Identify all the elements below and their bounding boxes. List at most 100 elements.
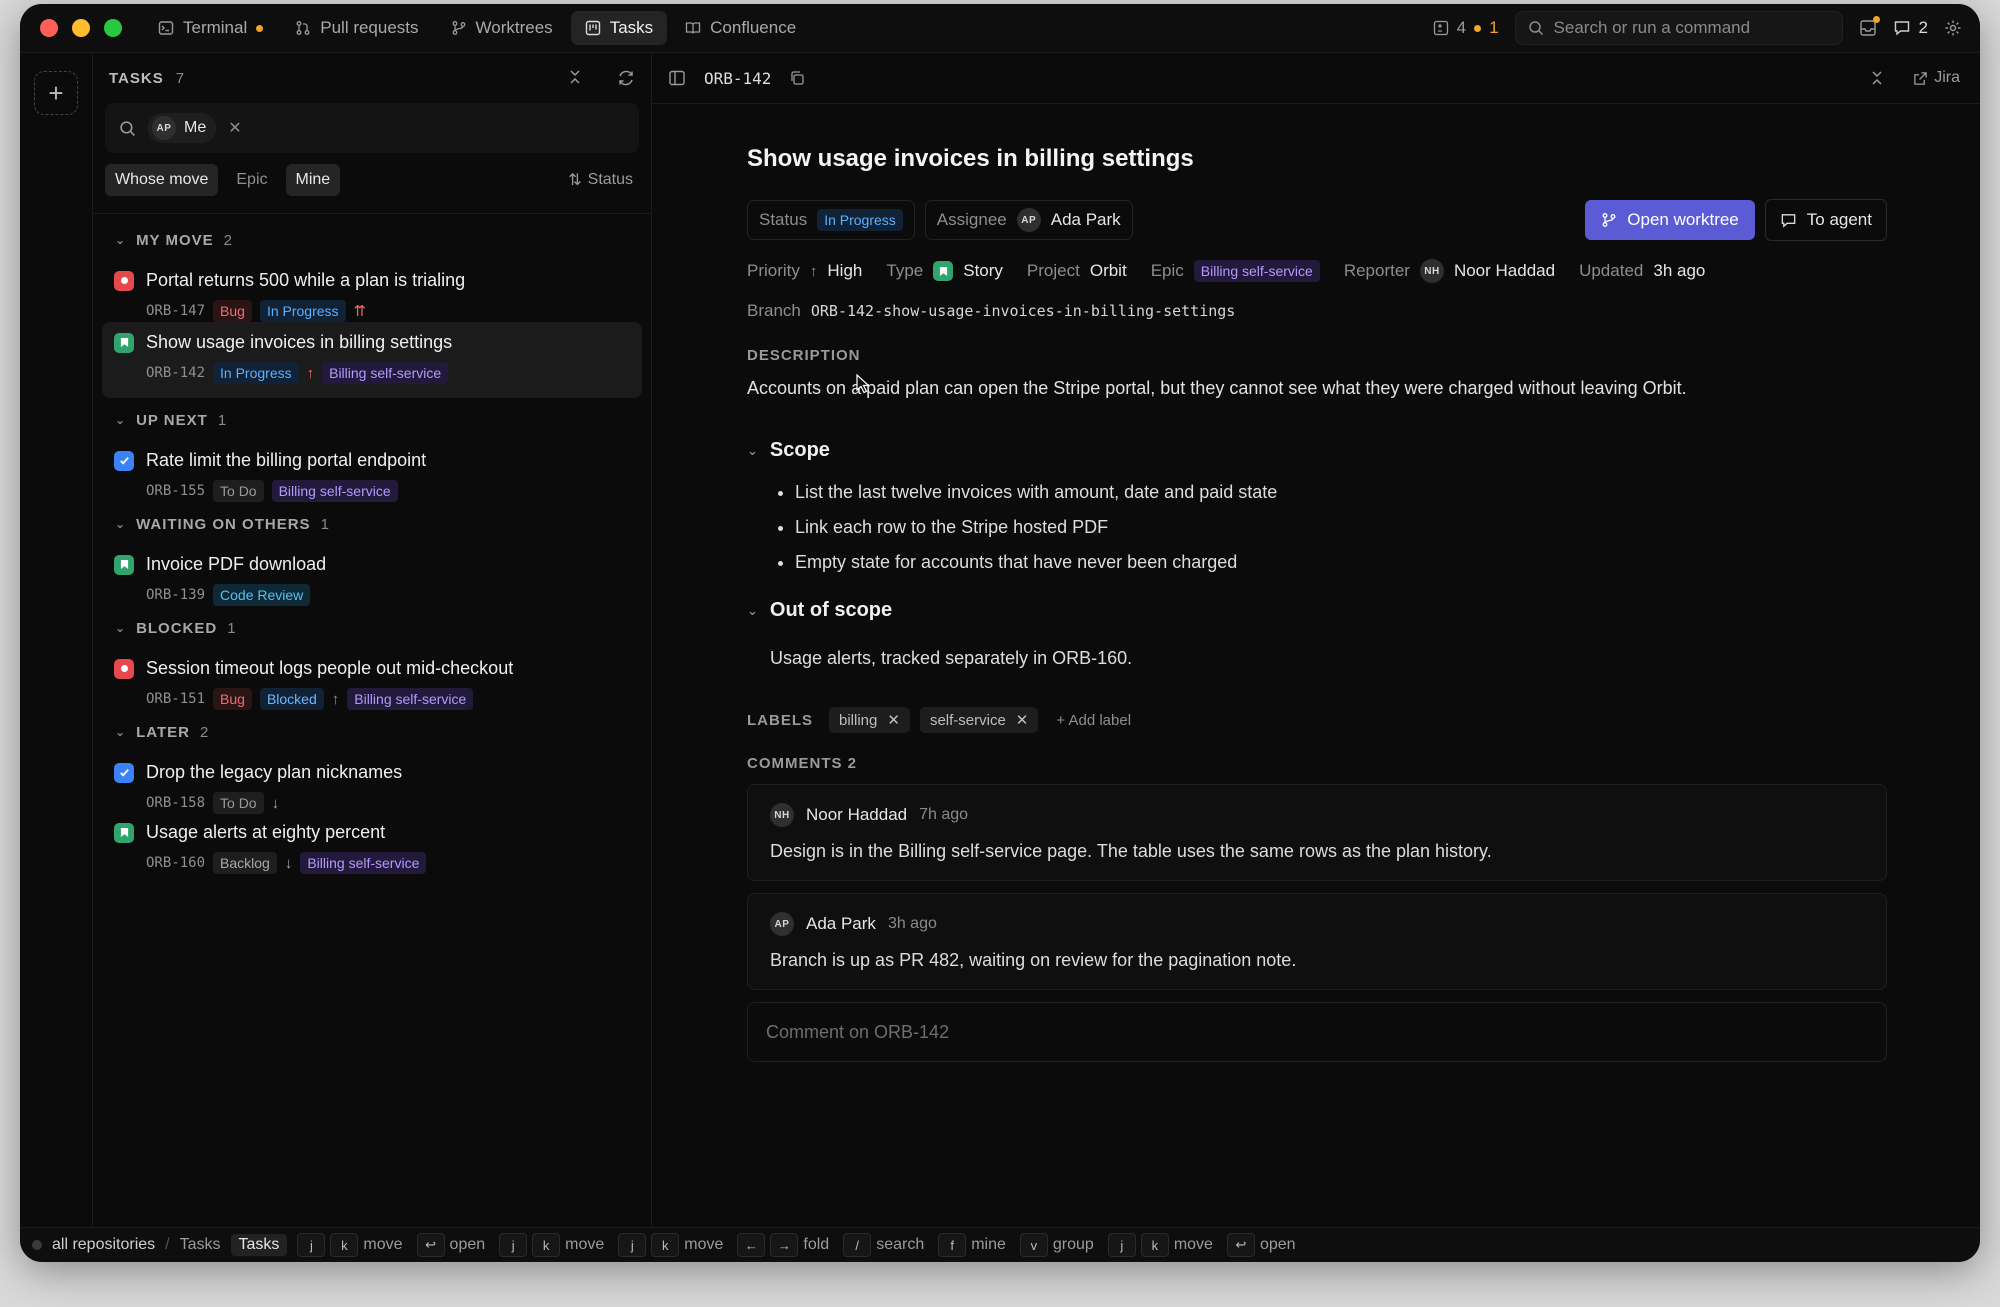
- description-text: Accounts on a paid plan can open the Str…: [747, 378, 1687, 398]
- remove-label-icon[interactable]: ✕: [1016, 711, 1029, 729]
- inbox-button[interactable]: [1859, 16, 1880, 37]
- task-key: ORB-160: [146, 855, 206, 871]
- tab-tasks[interactable]: Tasks: [570, 11, 668, 45]
- list-item[interactable]: Portal returns 500 while a plan is trial…: [102, 262, 642, 322]
- updated-label: Updated: [1579, 261, 1644, 280]
- group-header[interactable]: ⌄ BLOCKED 1: [93, 606, 651, 650]
- copy-icon[interactable]: [789, 70, 805, 86]
- story-icon: [114, 554, 134, 575]
- tab-confluence[interactable]: Confluence: [671, 11, 810, 45]
- breadcrumb[interactable]: Tasks: [180, 1236, 221, 1254]
- issue-title: Show usage invoices in billing settings: [747, 145, 1194, 172]
- list-item[interactable]: Rate limit the billing portal endpoint OR…: [102, 442, 642, 502]
- refresh-icon[interactable]: [617, 69, 635, 87]
- status-badge: In Progress: [817, 209, 903, 231]
- out-of-scope-text: Usage alerts, tracked separately in ORB-…: [770, 648, 1133, 668]
- gear-icon[interactable]: [1944, 19, 1962, 37]
- out-of-scope-heading[interactable]: ⌄ Out of scope: [747, 599, 1887, 622]
- tab-terminal[interactable]: Terminal: [144, 11, 277, 45]
- list-item[interactable]: Show usage invoices in billing settings O…: [102, 322, 642, 398]
- comment: AP Ada Park 3h ago Branch is up as PR 48…: [747, 893, 1887, 990]
- add-workspace-button[interactable]: +: [34, 71, 78, 115]
- group-name: WAITING ON OTHERS: [136, 515, 311, 533]
- label-text: billing: [839, 711, 878, 729]
- chip-label: Me: [184, 119, 207, 136]
- task-title: Show usage invoices in billing settings: [146, 332, 453, 352]
- plus-icon: +: [48, 77, 64, 108]
- comments-button[interactable]: 2: [1893, 18, 1928, 38]
- group-count: 2: [199, 723, 210, 741]
- mouse-cursor-icon: [856, 374, 870, 394]
- collapse-icon[interactable]: [1869, 70, 1885, 86]
- shortcut-hint: j k move: [1107, 1233, 1213, 1257]
- to-agent-button[interactable]: To agent: [1764, 199, 1887, 241]
- command-search[interactable]: Search or run a command: [1514, 11, 1843, 45]
- list-item[interactable]: Usage alerts at eighty percent ORB-160 Bac…: [102, 814, 642, 874]
- group-header[interactable]: ⌄ WAITING ON OTHERS 1: [93, 502, 651, 546]
- list-item[interactable]: Invoice PDF download ORB-139 Code Review: [102, 546, 642, 606]
- sidebar-toggle-icon[interactable]: [668, 69, 686, 87]
- task-key: ORB-155: [146, 483, 206, 499]
- tasks-panel: TASKS 7 AP Me ✕ Whose move Epic Mine ⇅ S…: [93, 53, 652, 1228]
- unread-dot: [256, 24, 264, 32]
- comment-input[interactable]: Comment on ORB-142: [747, 1002, 1887, 1062]
- tasks-count: 7: [175, 69, 186, 87]
- hint-label: open: [449, 1236, 486, 1253]
- add-label-text: Add label: [1068, 711, 1132, 729]
- zoom-window-button[interactable]: [104, 19, 122, 37]
- shortcut-hint: ← → fold: [737, 1233, 829, 1257]
- list-item[interactable]: Session timeout logs people out mid-chec…: [102, 650, 642, 710]
- project-value[interactable]: Orbit: [1090, 261, 1127, 281]
- remove-chip-icon[interactable]: ✕: [228, 118, 241, 138]
- label-chip[interactable]: billing ✕: [829, 707, 910, 733]
- open-worktree-button[interactable]: Open worktree: [1585, 200, 1755, 240]
- filter-whose-move[interactable]: Whose move: [105, 164, 219, 196]
- epic-badge: Billing self-service: [271, 480, 398, 502]
- button-label: Open worktree: [1627, 210, 1739, 229]
- task-search-input[interactable]: AP Me ✕: [105, 103, 639, 153]
- minimize-window-button[interactable]: [72, 19, 90, 37]
- label-chip[interactable]: self-service ✕: [919, 707, 1039, 733]
- add-label-button[interactable]: + Add label: [1056, 712, 1131, 729]
- group-header[interactable]: ⌄ MY MOVE 2: [93, 218, 651, 262]
- branch-name[interactable]: ORB-142-show-usage-invoices-in-billing-s…: [811, 302, 1235, 320]
- status-badge: To Do: [213, 480, 264, 502]
- type-value[interactable]: Story: [963, 261, 1003, 281]
- close-window-button[interactable]: [40, 19, 58, 37]
- task-key: ORB-158: [146, 795, 206, 811]
- shortcut-hint: ↩ open: [1226, 1233, 1296, 1257]
- collapse-all-icon[interactable]: [567, 69, 583, 85]
- pr-status[interactable]: 4 1: [1433, 18, 1499, 38]
- chat-icon: [1781, 213, 1796, 228]
- assignee-label: Assignee: [936, 210, 1007, 229]
- command-search-placeholder: Search or run a command: [1553, 18, 1751, 37]
- status-badge: In Progress: [259, 300, 346, 322]
- hint-label: mine: [971, 1236, 1006, 1253]
- repo-scope[interactable]: all repositories: [52, 1236, 155, 1254]
- issue-secondary-fields: Priority ↑ High Type Story Project Orbit…: [747, 259, 1887, 283]
- group-header[interactable]: ⌄ UP NEXT 1: [93, 398, 651, 442]
- jira-label: Jira: [1934, 69, 1960, 86]
- hint-label: move: [684, 1236, 724, 1253]
- shortcut-hint: v group: [1019, 1233, 1094, 1257]
- epic-badge[interactable]: Billing self-service: [1193, 260, 1320, 282]
- filter-mine[interactable]: Mine: [285, 164, 341, 196]
- filter-epic[interactable]: Epic: [226, 164, 277, 196]
- pull-request-icon: [296, 21, 310, 35]
- tab-pull-requests[interactable]: Pull requests: [281, 11, 432, 45]
- status-field[interactable]: Status In Progress: [747, 200, 915, 240]
- group-header[interactable]: ⌄ LATER 2: [93, 710, 651, 754]
- priority-value[interactable]: High: [827, 261, 862, 281]
- assignee-field[interactable]: Assignee AP Ada Park: [924, 200, 1133, 240]
- detail-content: Show usage invoices in billing settings …: [747, 103, 1887, 1062]
- task-checkbox-icon: [114, 762, 134, 783]
- sort-button[interactable]: ⇅ Status: [568, 170, 639, 190]
- open-in-jira-link[interactable]: Jira: [1913, 69, 1960, 87]
- tab-worktrees[interactable]: Worktrees: [437, 11, 567, 45]
- keyboard-hints: j k move ↩ open j k move j k move ← → fold / search f min…: [297, 1233, 1305, 1257]
- scope-heading[interactable]: ⌄ Scope: [747, 439, 1887, 462]
- remove-label-icon[interactable]: ✕: [887, 711, 900, 729]
- list-item[interactable]: Drop the legacy plan nicknames ORB-158 To …: [102, 754, 642, 814]
- comment-body: Branch is up as PR 482, waiting on revie…: [770, 950, 1297, 970]
- assignee-filter-chip[interactable]: AP Me: [148, 113, 217, 143]
